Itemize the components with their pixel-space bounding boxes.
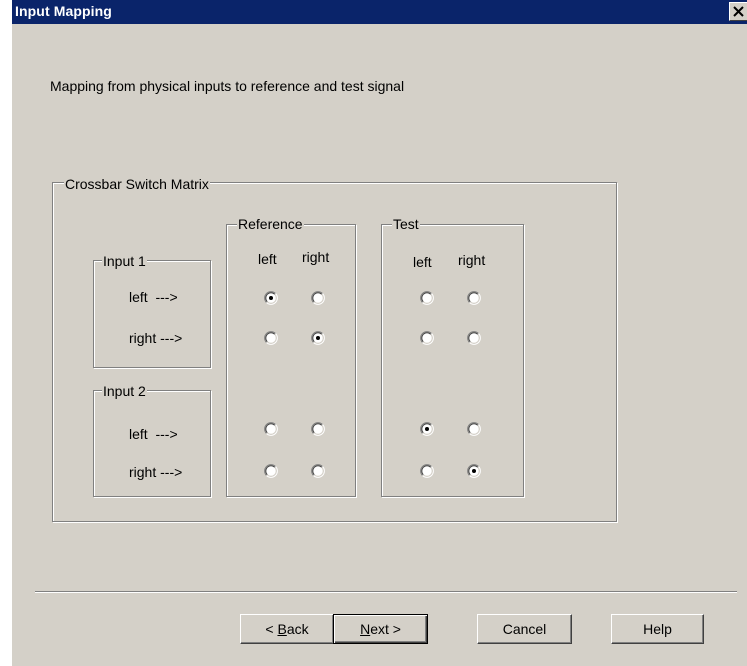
close-button[interactable] <box>729 2 747 21</box>
next-button-label: Next > <box>360 621 401 637</box>
cancel-button[interactable]: Cancel <box>477 614 572 644</box>
title-bar[interactable]: Input Mapping <box>12 0 747 24</box>
input2-left-label: left ---> <box>129 426 178 442</box>
reference-right-header: right <box>302 249 330 265</box>
radio-input2-right-test-left[interactable] <box>420 464 434 478</box>
test-label: Test <box>392 216 420 232</box>
radio-input1-right-test-right[interactable] <box>467 331 481 345</box>
input2-right-label: right ---> <box>129 464 183 480</box>
radio-input1-left-test-left[interactable] <box>420 291 434 305</box>
radio-input1-right-reference-right[interactable] <box>311 331 325 345</box>
cancel-button-label: Cancel <box>502 621 547 637</box>
radio-input1-right-test-left[interactable] <box>420 331 434 345</box>
next-button[interactable]: Next > <box>333 614 428 644</box>
description-text: Mapping from physical inputs to referenc… <box>50 78 405 94</box>
radio-input1-left-reference-left[interactable] <box>264 291 278 305</box>
input1-right-label: right ---> <box>129 330 183 346</box>
reference-left-header: left <box>258 251 277 267</box>
help-button[interactable]: Help <box>611 614 704 644</box>
radio-input2-right-reference-left[interactable] <box>264 464 278 478</box>
radio-input2-left-reference-left[interactable] <box>264 422 278 436</box>
input1-group <box>93 260 211 368</box>
input1-left-label: left ---> <box>129 289 178 305</box>
radio-input2-left-reference-right[interactable] <box>311 422 325 436</box>
radio-input2-left-test-right[interactable] <box>467 422 481 436</box>
crossbar-switch-matrix-label: Crossbar Switch Matrix <box>64 176 210 192</box>
window-title: Input Mapping <box>15 3 112 19</box>
test-left-header: left <box>413 254 432 270</box>
radio-input1-left-reference-right[interactable] <box>311 291 325 305</box>
test-right-header: right <box>458 252 486 268</box>
radio-input1-right-reference-left[interactable] <box>264 331 278 345</box>
close-icon <box>733 6 744 17</box>
reference-group <box>226 224 356 497</box>
input-mapping-dialog: Input Mapping Mapping from physical inpu… <box>11 0 747 666</box>
radio-input2-left-test-left[interactable] <box>420 422 434 436</box>
input1-label: Input 1 <box>102 253 147 269</box>
reference-label: Reference <box>237 216 304 232</box>
radio-input2-right-test-right[interactable] <box>467 464 481 478</box>
input2-group <box>93 390 211 497</box>
input2-label: Input 2 <box>102 383 147 399</box>
radio-input2-right-reference-right[interactable] <box>311 464 325 478</box>
back-button-label: < Back <box>265 621 309 637</box>
back-button[interactable]: < Back <box>240 614 334 644</box>
radio-input1-left-test-right[interactable] <box>467 291 481 305</box>
separator-highlight <box>35 592 737 593</box>
test-group <box>381 224 524 497</box>
help-button-label: Help <box>643 621 672 637</box>
